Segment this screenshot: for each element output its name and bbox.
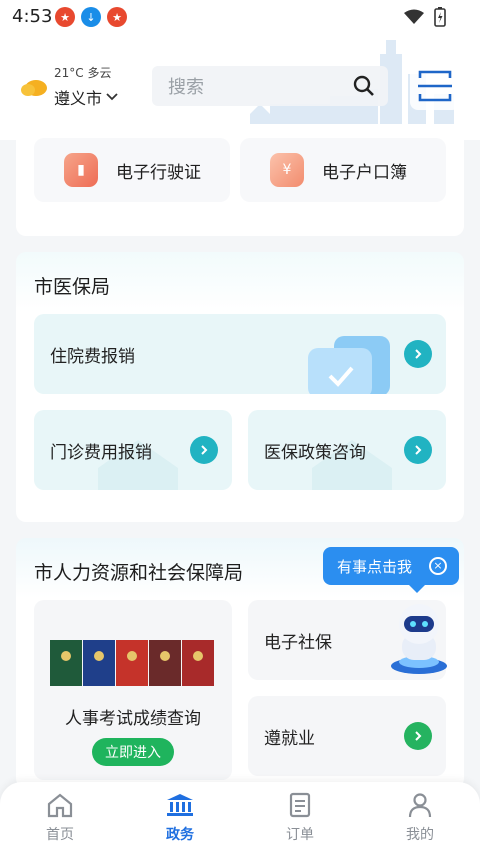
tab-label: 政务 [166, 827, 194, 843]
profile-icon [408, 793, 432, 818]
medical-insurance-card: 市医保局 住院费报销 门诊费用报销 医保政策咨询 [16, 252, 464, 522]
wifi-icon [404, 9, 424, 24]
service-label: 医保政策咨询 [264, 443, 366, 463]
service-exam-score-query[interactable]: 人事考试成绩查询 立即进入 [34, 600, 232, 780]
robot-assistant-icon[interactable] [384, 600, 454, 676]
certificates-illustration [50, 640, 214, 686]
section-title: 市医保局 [34, 276, 111, 298]
enter-now-button[interactable]: 立即进入 [92, 738, 174, 766]
tab-label: 订单 [286, 827, 314, 843]
service-medical-policy-consult[interactable]: 医保政策咨询 [248, 410, 446, 490]
cloudy-weather-icon [21, 79, 47, 96]
tab-label: 首页 [46, 827, 74, 843]
weather-widget[interactable]: 21°C 多云 遵义市 [20, 64, 118, 109]
service-label: 电子行驶证 [116, 162, 201, 183]
section-title: 市人力资源和社会保障局 [34, 562, 244, 584]
search-icon[interactable] [352, 74, 376, 98]
status-bar: 4:53 ★ ↓ ★ [0, 0, 480, 34]
search-bar[interactable]: 搜索 [152, 66, 388, 106]
government-icon [167, 794, 193, 816]
service-label: 住院费报销 [50, 347, 135, 367]
close-icon[interactable]: × [429, 557, 447, 575]
bottom-tab-bar: 首页 政务 订单 我的 [0, 782, 480, 854]
home-icon [47, 793, 73, 818]
scan-icon [418, 70, 452, 102]
service-label: 人事考试成绩查询 [65, 709, 201, 729]
tab-orders[interactable]: 订单 [240, 782, 360, 854]
scan-button[interactable] [410, 62, 460, 110]
assistant-bubble-text: 有事点击我 [337, 557, 413, 576]
yuan-icon: ¥ [270, 153, 304, 187]
service-employment[interactable]: 遵就业 [248, 696, 446, 776]
service-label: 电子社保 [264, 633, 332, 653]
order-icon [289, 792, 311, 818]
app-notification-icon: ★ [55, 7, 75, 27]
chevron-right-icon[interactable] [404, 340, 432, 368]
service-household-register[interactable]: ¥ 电子户口簿 [240, 138, 446, 202]
service-driving-license[interactable]: ▮ 电子行驶证 [34, 138, 230, 202]
chevron-right-icon[interactable] [404, 436, 432, 464]
top-services-card: ▮ 电子行驶证 ¥ 电子户口簿 [16, 124, 464, 236]
driving-license-icon: ▮ [64, 153, 98, 187]
chevron-down-icon [106, 93, 118, 101]
service-label: 门诊费用报销 [50, 443, 152, 463]
tab-profile[interactable]: 我的 [360, 782, 480, 854]
notification-icons: ★ ↓ ★ [55, 7, 127, 27]
chevron-right-icon[interactable] [404, 722, 432, 750]
chevron-right-icon[interactable] [190, 436, 218, 464]
city-name: 遵义市 [54, 89, 103, 108]
app-notification-icon: ★ [107, 7, 127, 27]
download-icon: ↓ [81, 7, 101, 27]
battery-icon [434, 7, 446, 27]
tab-label: 我的 [406, 827, 434, 843]
tab-home[interactable]: 首页 [0, 782, 120, 854]
search-placeholder: 搜索 [168, 77, 204, 98]
status-time: 4:53 [12, 6, 53, 27]
tab-government[interactable]: 政务 [120, 782, 240, 854]
weather-text: 21°C 多云 [54, 66, 112, 80]
service-label: 遵就业 [264, 729, 315, 749]
service-hospital-reimbursement[interactable]: 住院费报销 [34, 314, 446, 394]
check-card-illustration [308, 336, 390, 394]
service-label: 电子户口簿 [322, 162, 407, 183]
assistant-bubble[interactable]: 有事点击我 × [323, 547, 459, 593]
service-outpatient-reimbursement[interactable]: 门诊费用报销 [34, 410, 232, 490]
city-selector[interactable]: 遵义市 [54, 85, 118, 109]
